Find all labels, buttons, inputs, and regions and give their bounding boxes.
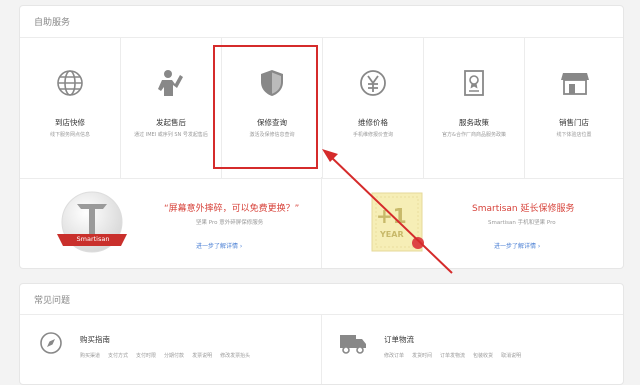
globe-icon [57, 70, 83, 96]
promo-link[interactable]: 进一步了解详情 › [196, 241, 242, 250]
promo-subtitle: 坚果 Pro 意外碎屏保修服务 [196, 220, 264, 226]
service-subtitle: 激活及保修信息查询 [249, 132, 295, 138]
faq-link[interactable]: 修改订单 [384, 353, 404, 359]
service-title: 维修价格 [358, 118, 388, 127]
faq-row: 购买指南 购买渠道 支付方式 支付时限 分期付款 发票说明 修改发票抬头 订单物流 修改订… [20, 314, 623, 384]
service-subtitle: 官方&合作厂商商品服务政策 [442, 132, 506, 138]
promo-subtitle: Smartisan 手机和坚果 Pro [488, 220, 556, 226]
service-title: 发起售后 [156, 118, 186, 127]
service-grid: 到店快修 线下服务网点信息 发起售后 通过 IMEI 或序列 SN 号发起售后 … [20, 37, 623, 179]
service-repair-price[interactable]: 维修价格 手机维修报价查询 [323, 38, 424, 178]
promo-extended-warranty[interactable]: +1 YEAR Smartisan 延长保修服务 Smartisan 手机和坚果… [322, 177, 623, 268]
faq-link[interactable]: 取消说明 [501, 353, 521, 359]
service-policy[interactable]: 服务政策 官方&合作厂商商品服务政策 [424, 38, 525, 178]
service-subtitle: 线下体验店位置 [556, 132, 592, 138]
self-service-title: 自助服务 [34, 18, 71, 28]
promo-badge-label: Smartisan [76, 235, 110, 243]
faq-item-links: 购买渠道 支付方式 支付时限 分期付款 发票说明 修改发票抬头 [80, 352, 258, 359]
service-after-sales[interactable]: 发起售后 通过 IMEI 或序列 SN 号发起售后 [121, 38, 222, 178]
faq-purchase-guide[interactable]: 购买指南 购买渠道 支付方式 支付时限 分期付款 发票说明 修改发票抬头 [20, 315, 322, 384]
promo-link[interactable]: 进一步了解详情 › [494, 241, 540, 250]
service-subtitle: 通过 IMEI 或序列 SN 号发起售后 [134, 132, 208, 138]
service-retail-stores[interactable]: 销售门店 线下体验店位置 [525, 38, 623, 178]
faq-link[interactable]: 修改发票抬头 [220, 353, 250, 359]
service-warranty-check[interactable]: 保修查询 激活及保修信息查询 [222, 38, 323, 178]
shield-icon [261, 70, 283, 96]
faq-link[interactable]: 发货时间 [412, 353, 432, 359]
screen-protection-badge [57, 191, 127, 253]
service-subtitle: 手机维修报价查询 [352, 132, 393, 138]
yen-coin-icon [360, 70, 386, 96]
faq-link[interactable]: 支付时限 [136, 353, 156, 359]
storefront-icon [561, 73, 589, 95]
promo-title: “屏幕意外摔碎，可以免费更换？” [164, 204, 300, 214]
faq-link[interactable]: 购买渠道 [80, 353, 100, 359]
truck-icon [340, 335, 366, 354]
faq-item-title: 购买指南 [80, 335, 110, 344]
faq-panel: 常见问题 购买指南 购买渠道 支付方式 支付时限 分期付款 发票说明 修改发票抬头 订单物… [19, 283, 624, 385]
promo-screen-replacement[interactable]: Smartisan “屏幕意外摔碎，可以免费更换？” 坚果 Pro 意外碎屏保修… [20, 177, 322, 268]
self-service-panel: 自助服务 到店快修 线下服务网点信息 发起售后 通过 IMEI 或序列 SN 号… [19, 5, 624, 269]
faq-link[interactable]: 订单发物流 [440, 353, 465, 359]
warranty-badge-year: YEAR [380, 230, 404, 239]
compass-icon [40, 332, 62, 354]
warranty-badge-number: +1 [376, 204, 407, 228]
service-title: 到店快修 [55, 118, 85, 127]
person-wave-icon [158, 70, 183, 96]
faq-link[interactable]: 发票说明 [192, 353, 212, 359]
service-title: 销售门店 [559, 118, 589, 127]
faq-item-title: 订单物流 [384, 335, 414, 344]
faq-item-links: 修改订单 发货时间 订单发物流 包装收货 取消说明 [384, 352, 529, 359]
faq-link[interactable]: 分期付款 [164, 353, 184, 359]
service-subtitle: 线下服务网点信息 [49, 132, 90, 138]
faq-link[interactable]: 支付方式 [108, 353, 128, 359]
faq-title: 常见问题 [34, 296, 71, 306]
service-title: 服务政策 [459, 118, 489, 127]
document-badge-icon [464, 70, 484, 96]
service-store-repair[interactable]: 到店快修 线下服务网点信息 [20, 38, 121, 178]
promo-title: Smartisan 延长保修服务 [472, 204, 575, 214]
faq-link[interactable]: 包装收货 [473, 353, 493, 359]
faq-order-logistics[interactable]: 订单物流 修改订单 发货时间 订单发物流 包装收货 取消说明 [322, 315, 623, 384]
service-title: 保修查询 [257, 118, 287, 127]
